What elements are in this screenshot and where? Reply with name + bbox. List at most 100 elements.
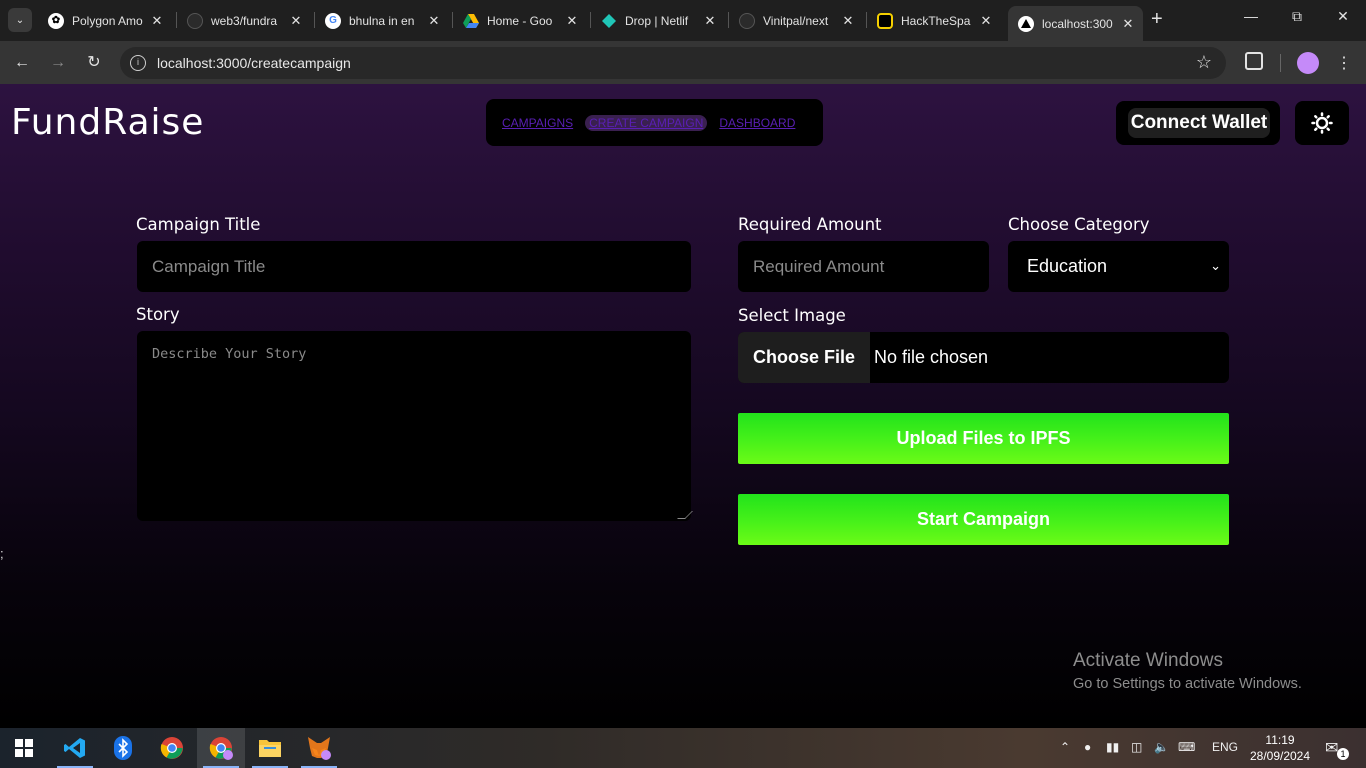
close-icon[interactable]: ✕ (979, 13, 993, 29)
brand-logo[interactable]: FundRaise (11, 102, 204, 143)
notification-badge: 1 (1337, 748, 1349, 760)
browser-tab[interactable]: Vinitpal/next ✕ (729, 6, 863, 35)
browser-tab[interactable]: ✿ Polygon Amo ✕ (38, 6, 172, 35)
chrome-icon (209, 737, 233, 760)
close-icon[interactable]: ✕ (1121, 16, 1135, 32)
watermark-title: Activate Windows (1073, 650, 1223, 671)
clock-date: 28/09/2024 (1249, 749, 1311, 763)
openai-icon: ✿ (48, 12, 64, 29)
close-icon[interactable]: ✕ (150, 13, 164, 29)
extensions-icon[interactable] (1245, 52, 1263, 70)
story-label: Story (136, 305, 180, 324)
site-info-icon[interactable]: i (130, 55, 146, 71)
theme-toggle-button[interactable] (1295, 101, 1349, 145)
forward-button[interactable]: → (48, 53, 68, 73)
google-icon: G (325, 12, 341, 29)
taskbar-chrome[interactable] (148, 728, 196, 768)
browser-tab[interactable]: Home - Goo ✕ (453, 6, 587, 35)
system-clock[interactable]: 11:19 28/09/2024 (1245, 732, 1315, 764)
language-indicator[interactable]: ENG (1212, 740, 1238, 754)
taskbar-chrome-profile[interactable] (197, 728, 245, 768)
close-icon[interactable]: ✕ (841, 13, 855, 29)
upload-ipfs-button[interactable]: Upload Files to IPFS (738, 413, 1229, 464)
back-button[interactable]: ← (12, 53, 32, 73)
image-file-input[interactable]: Choose File No file chosen (738, 332, 1229, 383)
nav-campaigns[interactable]: CAMPAIGNS (502, 116, 573, 130)
nav-dashboard[interactable]: DASHBOARD (719, 116, 795, 130)
google-drive-icon (463, 13, 479, 29)
tab-title: Polygon Amo (72, 13, 143, 28)
category-select[interactable]: Education ⌄ (1008, 241, 1229, 292)
choose-file-button[interactable]: Choose File (738, 332, 870, 383)
windows-icon (15, 739, 33, 757)
category-selected-value: Education (1027, 256, 1108, 276)
github-icon (187, 12, 203, 29)
stray-text: ; (0, 546, 4, 561)
chrome-icon (160, 737, 183, 759)
volume-icon[interactable]: 🔈 (1154, 740, 1169, 754)
keyboard-icon[interactable]: ⌨ (1178, 740, 1195, 754)
show-hidden-icons[interactable]: ⌃ (1060, 740, 1070, 754)
close-window-button[interactable]: ✕ (1323, 8, 1363, 25)
github-icon (739, 12, 755, 29)
taskbar-file-explorer[interactable] (246, 728, 294, 768)
bookmark-star-icon[interactable]: ☆ (1196, 52, 1212, 73)
profile-avatar[interactable] (1297, 52, 1319, 74)
chevron-down-icon: ⌄ (1210, 258, 1221, 273)
metamask-fox-icon (308, 737, 331, 760)
tab-title: Drop | Netlif (625, 13, 689, 28)
battery-icon[interactable]: ▮▮ (1106, 740, 1119, 754)
main-nav: CAMPAIGNS CREATE CAMPAIGN DASHBOARD (486, 99, 823, 146)
tab-search-button[interactable]: ⌄ (8, 8, 32, 32)
connect-wallet-button[interactable]: Connect Wallet (1116, 101, 1280, 145)
taskbar-metamask[interactable] (295, 728, 343, 768)
watermark-subtitle: Go to Settings to activate Windows. (1073, 676, 1302, 692)
browser-tab-bar: ⌄ ✿ Polygon Amo ✕ web3/fundra ✕ G bhulna… (0, 0, 1366, 41)
reload-button[interactable]: ↻ (84, 53, 104, 73)
taskbar-bluetooth[interactable] (99, 728, 147, 768)
tab-title: HackTheSpa (901, 13, 971, 28)
new-tab-button[interactable]: + (1151, 9, 1163, 29)
tab-title: web3/fundra (211, 13, 278, 28)
network-icon[interactable]: ◫ (1131, 740, 1142, 754)
required-amount-input[interactable] (738, 241, 989, 292)
address-bar[interactable]: i localhost:3000/createcampaign ☆ (120, 47, 1226, 79)
tab-title: bhulna in en (349, 13, 415, 28)
browser-tab[interactable]: Drop | Netlif ✕ (591, 6, 725, 35)
browser-tab[interactable]: G bhulna in en ✕ (315, 6, 449, 35)
browser-toolbar: ← → ↻ i localhost:3000/createcampaign ☆ (0, 41, 1366, 84)
close-icon[interactable]: ✕ (289, 13, 303, 29)
file-status-text: No file chosen (874, 347, 989, 367)
sun-icon (1311, 112, 1333, 134)
browser-tab[interactable]: web3/fundra ✕ (177, 6, 311, 35)
select-image-label: Select Image (738, 306, 846, 325)
menu-icon[interactable]: ⋮ (1336, 53, 1352, 73)
nav-create-campaign[interactable]: CREATE CAMPAIGN (585, 114, 708, 131)
choose-category-label: Choose Category (1008, 215, 1150, 234)
windows-taskbar: ⌃ ● ▮▮ ◫ 🔈 ⌨ ENG 11:19 28/09/2024 ✉ 1 (0, 728, 1366, 768)
story-textarea[interactable] (137, 331, 691, 521)
activate-windows-watermark: Activate Windows Go to Settings to activ… (1073, 650, 1302, 692)
required-amount-label: Required Amount (738, 215, 882, 234)
chevron-down-icon: ⌄ (15, 14, 25, 26)
bluetooth-icon (114, 736, 132, 760)
hackthespace-icon (877, 12, 893, 29)
minimize-button[interactable]: — (1231, 8, 1271, 24)
tab-title: Vinitpal/next (763, 13, 829, 28)
netlify-icon (601, 13, 617, 29)
browser-tab[interactable]: HackTheSpa ✕ (867, 6, 1001, 35)
start-button[interactable] (0, 728, 48, 768)
campaign-title-label: Campaign Title (136, 215, 261, 234)
restore-button[interactable]: ⧉ (1277, 8, 1317, 25)
close-icon[interactable]: ✕ (427, 13, 441, 29)
start-campaign-button[interactable]: Start Campaign (738, 494, 1229, 545)
tab-title: localhost:300 (1042, 16, 1113, 31)
triangle-icon (1018, 15, 1034, 32)
browser-tab-active[interactable]: localhost:300 ✕ (1008, 6, 1143, 41)
meet-now-icon[interactable]: ● (1084, 740, 1091, 754)
clock-time: 11:19 (1265, 733, 1295, 747)
close-icon[interactable]: ✕ (565, 13, 579, 29)
taskbar-vscode[interactable] (51, 728, 99, 768)
campaign-title-input[interactable] (137, 241, 691, 292)
close-icon[interactable]: ✕ (703, 13, 717, 29)
